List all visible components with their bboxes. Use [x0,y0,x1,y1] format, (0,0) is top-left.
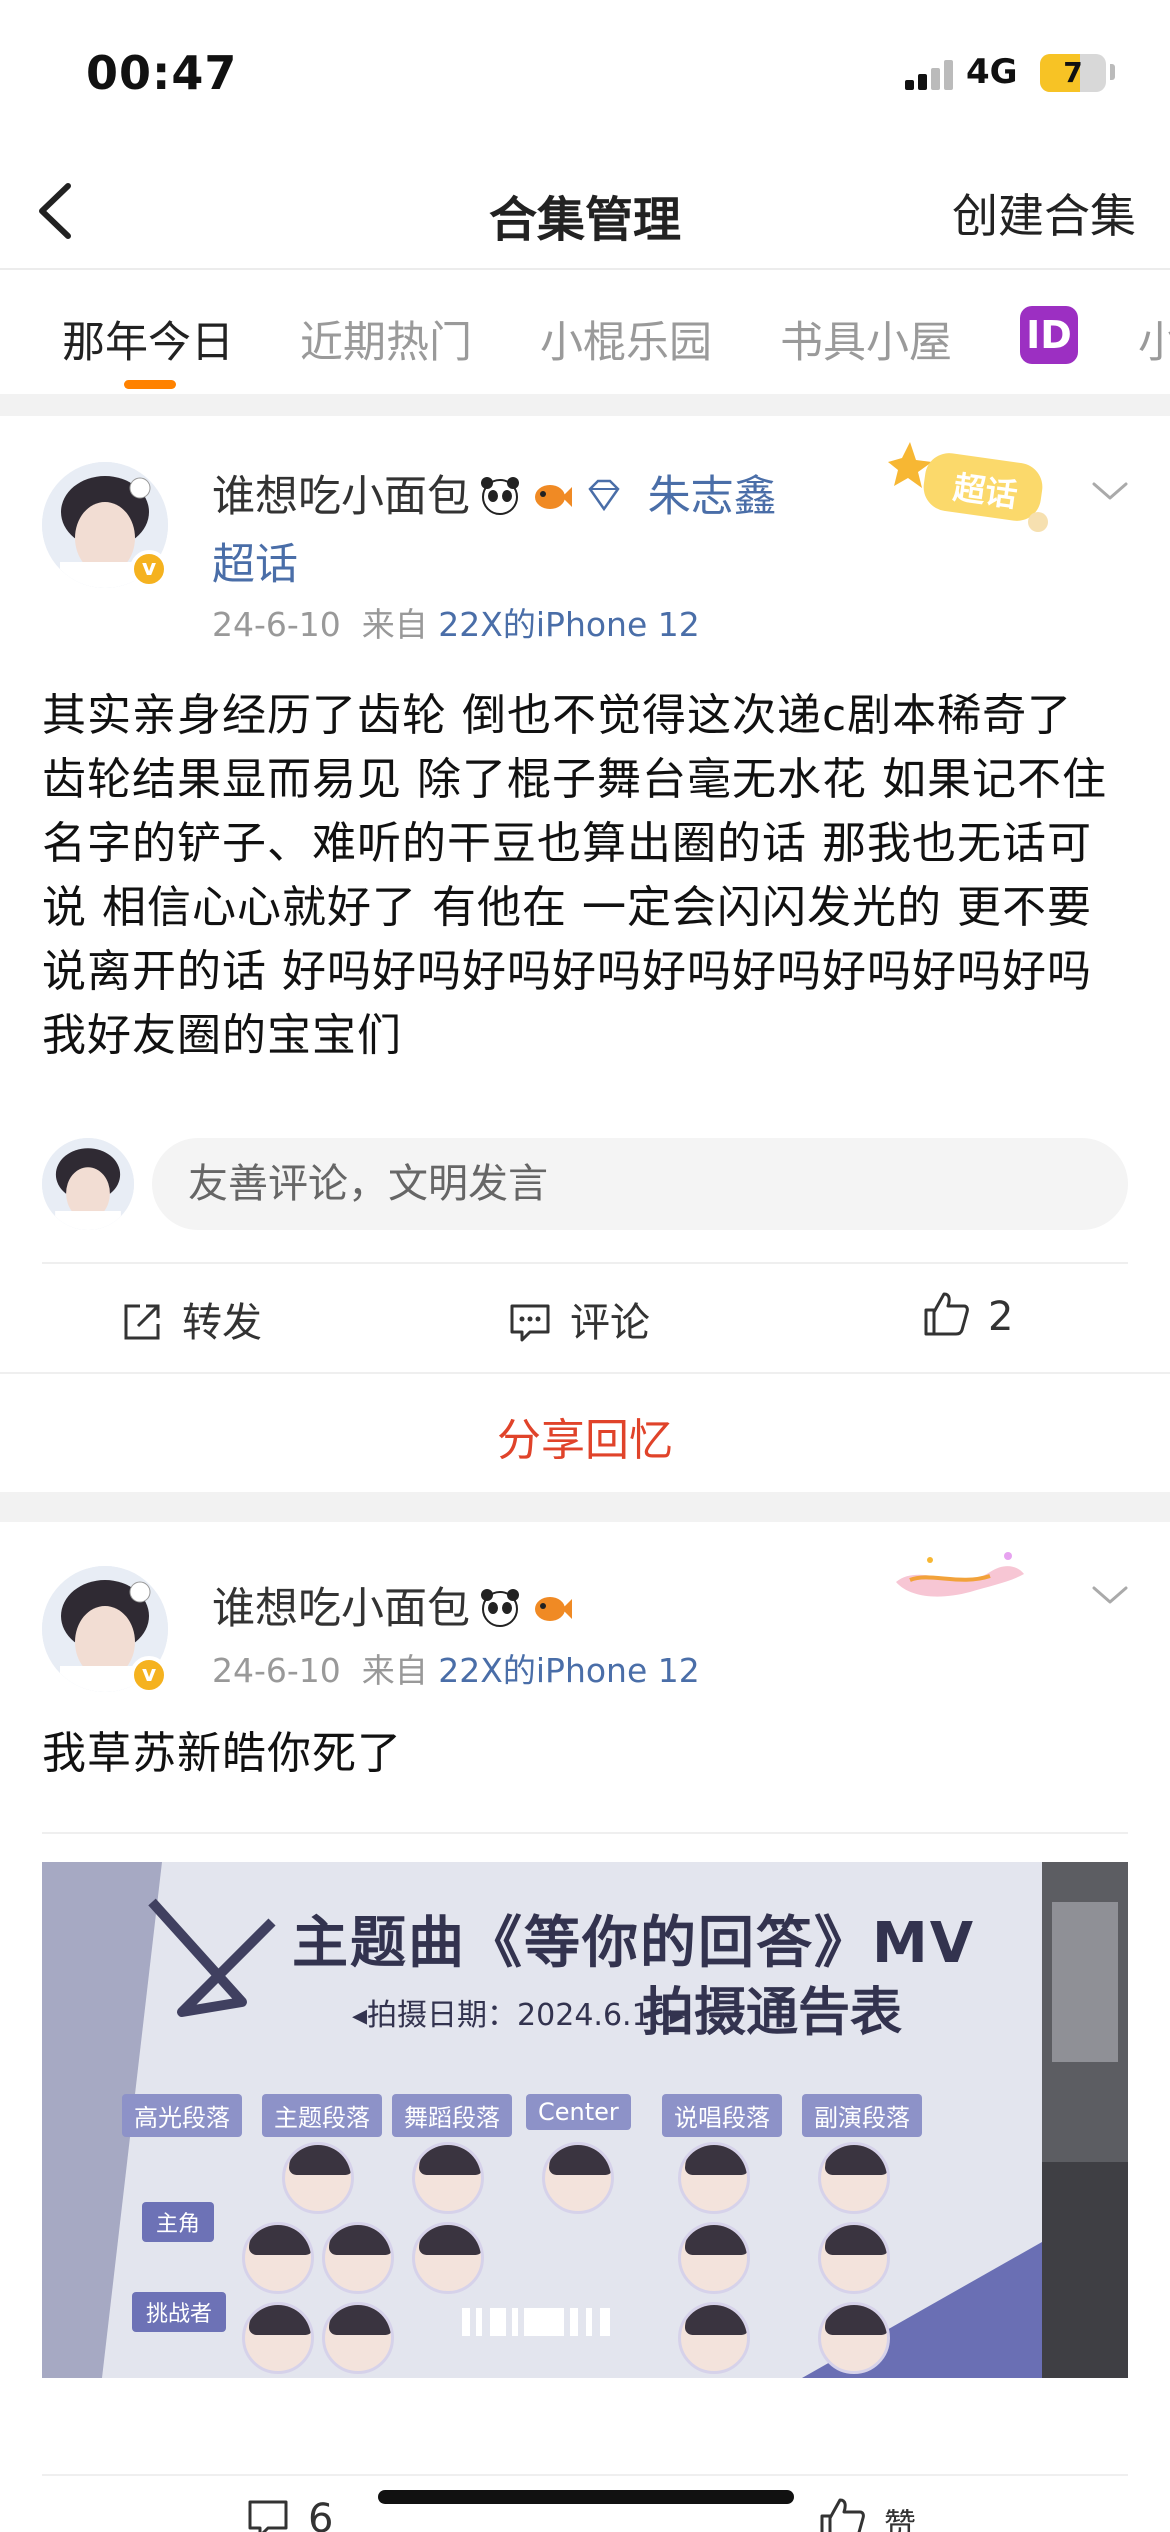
like-button[interactable]: 赞 [818,2496,916,2532]
board-date: ◂拍摄日期：2024.6.10▸ [352,1998,685,2033]
battery-level: 7 [1063,56,1083,89]
nav-bar: 合集管理 创建合集 [0,150,1170,270]
comment-icon [510,1304,550,1342]
board-column-label: 说唱段落 [662,2094,782,2137]
battery-cap [1110,64,1115,80]
member-photo [282,2142,354,2214]
fish-icon [535,485,572,509]
tab-bar: 那年今日 近期热门 小棍乐园 书具小屋 ID 小 [0,272,1170,392]
share-memory-button[interactable]: 分享回忆 [0,1404,1170,1468]
network-label: 4G [966,52,1018,92]
tab-partial[interactable]: 小 [1138,308,1170,370]
ribbon-sticker [896,1552,1024,1597]
board-subtitle: 拍摄通告表 [642,1983,903,2043]
my-avatar [42,1138,134,1230]
member-photo [818,2302,890,2374]
create-collection-button[interactable]: 创建合集 [952,180,1136,246]
board-column-label: 舞蹈段落 [392,2094,512,2137]
section-divider [0,394,1170,416]
member-photo [678,2222,750,2294]
member-photo [818,2222,890,2294]
comment-button[interactable]: 6 [246,2496,333,2532]
chevron-down-icon[interactable] [1088,476,1132,506]
verified-badge-icon: v [130,550,168,588]
tab-recent-hot[interactable]: 近期热门 [300,308,472,370]
board-row-label: 主角 [142,2202,215,2242]
divider [42,1832,1128,1834]
post-author[interactable]: 谁想吃小面包 [212,1574,574,1636]
verified-badge-icon: v [130,1656,168,1694]
super-topic-sticker: 超话 [888,442,1048,532]
fish-icon [535,1597,572,1621]
panda-icon [481,1589,519,1627]
board-row-label: 挑战者 [132,2292,227,2332]
post-author[interactable]: 谁想吃小面包 朱志鑫 [212,462,777,524]
status-time: 00:47 [86,46,238,100]
repost-button[interactable]: 转发 [120,1290,262,1348]
member-photo [242,2222,314,2294]
member-photo [818,2142,890,2214]
post-date: 24-6-10 [212,605,341,644]
active-tab-indicator [124,380,176,389]
member-photo [678,2302,750,2374]
divider [42,1262,1128,1264]
member-photo [412,2222,484,2294]
tab-stick-park[interactable]: 小棍乐园 [540,308,712,370]
comment-input[interactable]: 友善评论，文明发言 [152,1138,1128,1230]
post-image[interactable]: 主题曲《等你的回答》MV ◂拍摄日期：2024.6.10▸ 拍摄通告表 高光段落… [42,1862,1128,2378]
user-name: 谁想吃小面包 [212,472,470,522]
topic-suffix[interactable]: 超话 [212,530,298,592]
panda-icon [481,477,519,515]
device-link[interactable]: 22X的iPhone 12 [438,1651,699,1690]
member-photo [678,2142,750,2214]
chevron-down-icon[interactable] [1088,1580,1132,1610]
board-column-label: 主题段落 [262,2094,382,2137]
divider [42,2474,1128,2476]
source-prefix: 来自 [361,605,428,644]
user-name: 谁想吃小面包 [212,1584,470,1634]
avatar-image [42,1138,134,1230]
tab-id[interactable]: ID [1020,306,1078,364]
repost-label: 转发 [182,1300,262,1346]
like-label: 赞 [884,2506,917,2532]
home-indicator[interactable] [378,2490,794,2504]
board-title: 主题曲《等你的回答》MV [292,1911,976,1976]
member-photo [322,2302,394,2374]
post-date: 24-6-10 [212,1651,341,1690]
diamond-icon [588,479,620,512]
board-column-label: Center [526,2094,631,2130]
signal-icon [905,60,957,90]
member-photo [412,2142,484,2214]
comment-button[interactable]: 评论 [508,1290,650,1348]
member-photo [322,2222,394,2294]
repost-icon [124,1304,160,1340]
post-text: 我草苏新皓你死了 [42,1728,402,1779]
section-divider [0,1492,1170,1522]
like-button[interactable]: 2 [922,1290,1013,1340]
comment-label: 评论 [570,1300,650,1346]
thumbs-up-icon [820,2498,865,2532]
board-column-label: 副演段落 [802,2094,922,2137]
divider [0,1372,1170,1374]
post-text: 其实亲身经历了齿轮 倒也不觉得这次递c剧本稀奇了 齿轮结果显而易见 除了棍子舞台… [42,690,1107,1061]
battery-icon: 7 [1040,54,1106,92]
comment-icon [248,2500,288,2532]
tab-stationery-room[interactable]: 书具小屋 [780,308,952,370]
thumbs-up-icon [924,1292,969,1336]
source-prefix: 来自 [361,1651,428,1690]
status-bar: 00:47 4G 7 [0,0,1170,140]
device-link[interactable]: 22X的iPhone 12 [438,605,699,644]
topic-link[interactable]: 朱志鑫 [648,472,777,522]
tab-on-this-day[interactable]: 那年今日 [62,308,234,370]
member-photo [242,2302,314,2374]
comment-count: 6 [308,2496,334,2532]
post-meta: 24-6-10 来自 22X的iPhone 12 [212,1644,700,1692]
video-progress-icon [462,2308,610,2336]
member-photo [542,2142,614,2214]
like-count: 2 [988,1294,1014,1340]
board-column-label: 高光段落 [122,2094,242,2137]
post-meta: 24-6-10 来自 22X的iPhone 12 [212,598,700,646]
